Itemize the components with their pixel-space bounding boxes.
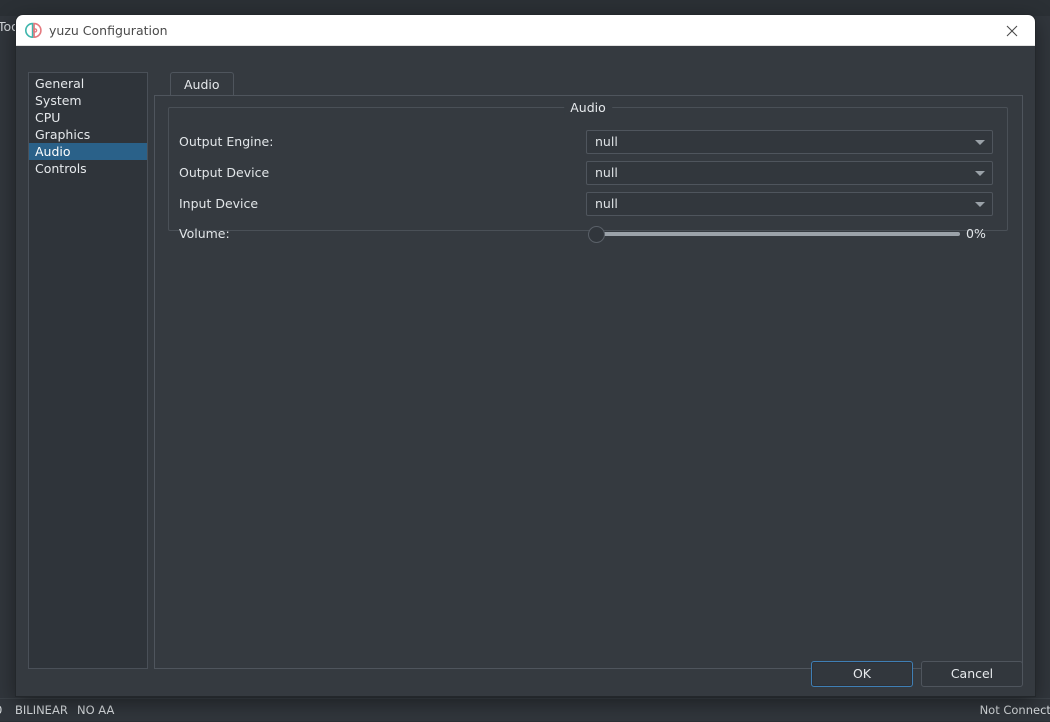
output-engine-label: Output Engine: xyxy=(179,130,273,154)
cancel-button[interactable]: Cancel xyxy=(921,661,1023,687)
settings-page-item-audio[interactable]: Audio xyxy=(29,143,147,160)
input-device-label: Input Device xyxy=(179,192,258,216)
settings-page-label: General xyxy=(35,76,84,91)
chevron-down-icon xyxy=(975,140,985,145)
tab-widget: Audio Audio Output Engine:nullOutput Dev… xyxy=(154,72,1023,669)
settings-page-item-general[interactable]: General xyxy=(29,75,147,92)
output-engine-combobox[interactable]: null xyxy=(586,130,993,154)
output-engine-value: null xyxy=(595,131,618,153)
audio-group-title: Audio xyxy=(564,100,612,115)
yuzu-logo-icon xyxy=(25,22,42,39)
settings-page-label: Controls xyxy=(35,161,87,176)
form-row-volume: Volume: 0% xyxy=(169,222,1009,246)
dialog-body: General System CPU Graphics Audio Controls Au… xyxy=(16,46,1035,696)
settings-page-label: System xyxy=(35,93,82,108)
tab-pane-audio: Audio Output Engine: null Output Device nul… xyxy=(154,95,1023,669)
parent-window-titlebar-strip xyxy=(0,0,1050,16)
slider-track xyxy=(597,232,960,236)
slider-handle[interactable] xyxy=(588,226,605,243)
close-icon[interactable] xyxy=(990,15,1035,46)
tab-bar: Audio xyxy=(154,72,1023,96)
tab-label: Audio xyxy=(184,77,220,92)
chevron-down-icon xyxy=(975,202,985,207)
settings-page-item-controls[interactable]: Controls xyxy=(29,160,147,177)
status-antialiasing[interactable]: NO AA xyxy=(77,699,114,722)
statusbar: 0 BILINEAR NO AA Not Connecte xyxy=(0,698,1050,721)
output-device-label: Output Device xyxy=(179,161,269,185)
output-device-combobox[interactable]: null xyxy=(586,161,993,185)
status-scale: 0 xyxy=(0,699,2,722)
form-row-output-engine: Output Engine: null xyxy=(169,130,1009,154)
form-row-output-device: Output Device null xyxy=(169,161,1009,185)
settings-page-label: CPU xyxy=(35,110,60,125)
input-device-value: null xyxy=(595,193,618,215)
status-network: Not Connecte xyxy=(980,699,1050,722)
configuration-dialog: yuzu Configuration General System CPU Graph… xyxy=(16,15,1035,696)
volume-label: Volume: xyxy=(179,222,230,246)
settings-page-item-graphics[interactable]: Graphics xyxy=(29,126,147,143)
chevron-down-icon xyxy=(975,171,985,176)
settings-page-item-cpu[interactable]: CPU xyxy=(29,109,147,126)
settings-page-label: Audio xyxy=(35,144,71,159)
settings-page-item-system[interactable]: System xyxy=(29,92,147,109)
dialog-title: yuzu Configuration xyxy=(49,15,168,46)
volume-slider[interactable] xyxy=(586,222,960,246)
ok-button[interactable]: OK xyxy=(811,661,913,687)
output-device-value: null xyxy=(595,162,618,184)
tab-audio[interactable]: Audio xyxy=(170,72,234,96)
settings-page-label: Graphics xyxy=(35,127,90,142)
dialog-titlebar[interactable]: yuzu Configuration xyxy=(16,15,1035,46)
volume-value: 0% xyxy=(966,222,986,246)
form-row-input-device: Input Device null xyxy=(169,192,1009,216)
settings-page-list[interactable]: General System CPU Graphics Audio Controls xyxy=(28,72,148,669)
status-filter[interactable]: BILINEAR xyxy=(15,699,68,722)
input-device-combobox[interactable]: null xyxy=(586,192,993,216)
audio-group-box: Audio Output Engine:nullOutput Devicenul… xyxy=(168,107,1008,231)
